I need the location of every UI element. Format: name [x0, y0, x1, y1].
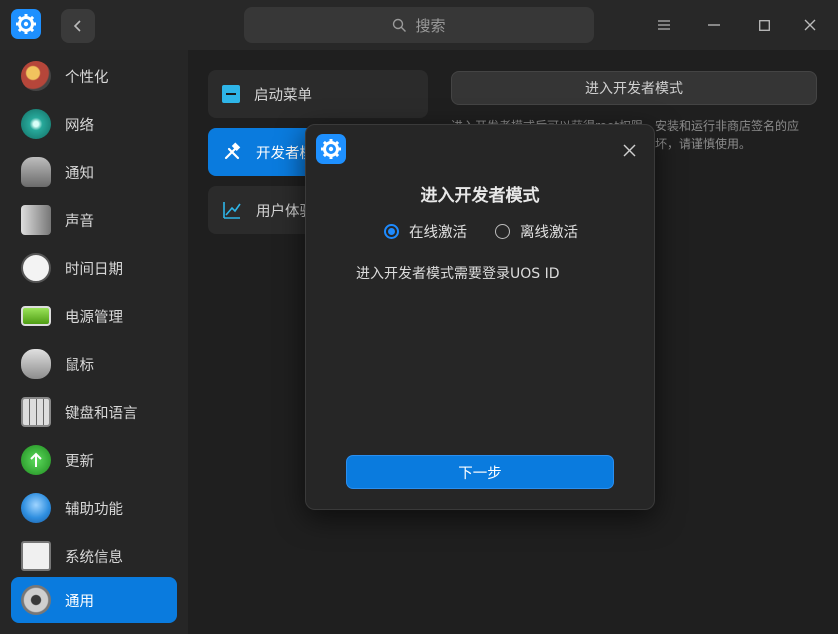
- radio-button-checked[interactable]: [384, 224, 399, 239]
- sidebar-item-label: 系统信息: [65, 549, 123, 566]
- general-gear-icon: [21, 585, 51, 615]
- radio-label: 在线激活: [409, 225, 467, 241]
- dialog-title: 进入开发者模式: [420, 186, 540, 206]
- sidebar-item-label: 通用: [65, 593, 94, 610]
- network-icon: [21, 109, 51, 139]
- sidebar-item-sound[interactable]: 声音: [11, 197, 177, 243]
- sidebar-item-label: 个性化: [65, 69, 109, 86]
- sidebar-item-label: 更新: [65, 453, 94, 470]
- sidebar-item-label: 键盘和语言: [65, 405, 138, 422]
- sidebar-item-label: 鼠标: [65, 357, 94, 374]
- user-experience-icon: [223, 202, 241, 219]
- radio-button[interactable]: [495, 224, 510, 239]
- sidebar: 个性化 网络 通知 声音 时间日期 电源管理 鼠标 键盘和语言 更新 辅助功能: [0, 50, 188, 634]
- sidebar-item-personalization[interactable]: 个性化: [11, 53, 177, 99]
- hamburger-menu-icon: [658, 20, 670, 30]
- settings-app-icon: [11, 9, 41, 39]
- minimize-button[interactable]: [702, 13, 726, 37]
- system-info-icon: [21, 541, 51, 571]
- dialog-message: 进入开发者模式需要登录UOS ID: [356, 266, 560, 282]
- developer-tools-icon: [224, 142, 241, 160]
- sidebar-item-power[interactable]: 电源管理: [11, 293, 177, 339]
- sidebar-item-network[interactable]: 网络: [11, 101, 177, 147]
- sidebar-item-notification[interactable]: 通知: [11, 149, 177, 195]
- accessibility-icon: [21, 493, 51, 523]
- close-window-button[interactable]: [798, 13, 822, 37]
- search-input[interactable]: 搜索: [244, 7, 594, 43]
- sidebar-item-keyboard[interactable]: 键盘和语言: [11, 389, 177, 435]
- sidebar-item-label: 声音: [65, 213, 94, 230]
- settings-app-icon: [316, 134, 346, 164]
- search-placeholder: 搜索: [415, 16, 446, 35]
- power-icon: [21, 306, 51, 326]
- chevron-left-icon: [73, 20, 81, 32]
- clock-icon: [21, 253, 51, 283]
- update-icon: [21, 445, 51, 475]
- boot-menu-icon: [222, 85, 240, 103]
- maximize-button[interactable]: [752, 13, 776, 37]
- sidebar-item-accessibility[interactable]: 辅助功能: [11, 485, 177, 531]
- sidebar-item-general[interactable]: 通用: [11, 577, 177, 623]
- sidebar-item-datetime[interactable]: 时间日期: [11, 245, 177, 291]
- maximize-icon: [758, 19, 770, 31]
- sidebar-item-label: 时间日期: [65, 261, 123, 278]
- search-icon: [393, 18, 407, 32]
- sidebar-item-mouse[interactable]: 鼠标: [11, 341, 177, 387]
- sound-icon: [21, 205, 51, 235]
- menu-item-boot-menu[interactable]: 启动菜单: [208, 70, 428, 118]
- close-icon: [804, 19, 816, 31]
- sidebar-item-label: 通知: [65, 165, 94, 182]
- sidebar-item-system-info[interactable]: 系统信息: [11, 533, 177, 579]
- developer-mode-dialog: 进入开发者模式 在线激活 离线激活 进入开发者模式需要登录UOS ID 下一步: [305, 124, 655, 510]
- sidebar-item-label: 网络: [65, 117, 94, 134]
- radio-label: 离线激活: [520, 225, 578, 241]
- sidebar-item-label: 电源管理: [65, 309, 123, 326]
- enter-developer-mode-button[interactable]: 进入开发者模式: [451, 71, 817, 105]
- radio-online-activation[interactable]: 在线激活: [384, 221, 467, 242]
- title-bar: 搜索: [0, 0, 838, 50]
- mouse-icon: [21, 349, 51, 379]
- radio-offline-activation[interactable]: 离线激活: [495, 221, 578, 242]
- close-icon: [623, 144, 635, 156]
- back-button[interactable]: [61, 9, 95, 43]
- menu-button[interactable]: [652, 13, 676, 37]
- notification-icon: [21, 157, 51, 187]
- dialog-close-button[interactable]: [618, 139, 640, 161]
- menu-item-label: 启动菜单: [254, 87, 312, 104]
- sidebar-item-label: 辅助功能: [65, 501, 123, 518]
- sidebar-item-update[interactable]: 更新: [11, 437, 177, 483]
- minimize-icon: [708, 24, 720, 26]
- next-step-button[interactable]: 下一步: [346, 455, 614, 489]
- personalization-icon: [21, 61, 51, 91]
- keyboard-icon: [21, 397, 51, 427]
